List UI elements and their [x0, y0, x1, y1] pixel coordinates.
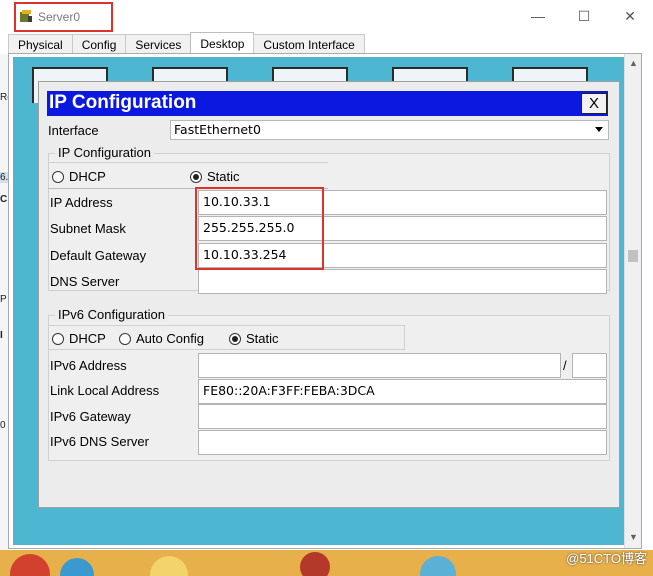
- ip-address-input[interactable]: 10.10.33.1: [198, 190, 607, 215]
- ipv6-static-radio[interactable]: Static: [229, 331, 279, 346]
- ipv4-dhcp-radio[interactable]: DHCP: [52, 169, 106, 184]
- dialog-close-button[interactable]: X: [581, 93, 607, 114]
- device-tabs: Physical Config Services Desktop Custom …: [8, 32, 365, 54]
- background-graphic: [150, 556, 188, 576]
- ipv6-address-input[interactable]: [198, 353, 561, 378]
- dialog-header: IP Configuration X: [47, 91, 608, 116]
- window-title-area: Server0: [14, 2, 113, 32]
- ip-configuration-dialog: IP Configuration X Interface FastEtherne…: [38, 81, 620, 508]
- chevron-down-icon: [595, 127, 603, 132]
- radio-off-icon: [52, 332, 64, 345]
- scroll-thumb[interactable]: [628, 250, 638, 262]
- tab-physical[interactable]: Physical: [8, 34, 73, 54]
- interface-value: FastEthernet0: [174, 122, 261, 137]
- link-local-input[interactable]: FE80::20A:F3FF:FEBA:3DCA: [198, 379, 607, 404]
- radio-on-icon: [229, 332, 241, 345]
- subnet-mask-label: Subnet Mask: [50, 221, 126, 236]
- tab-custom-interface[interactable]: Custom Interface: [253, 34, 365, 54]
- default-gateway-input[interactable]: 10.10.33.254: [198, 243, 607, 268]
- dialog-title: IP Configuration: [49, 92, 197, 113]
- dns-server-label: DNS Server: [50, 274, 120, 289]
- ipv6-gateway-input[interactable]: [198, 404, 607, 429]
- ipv6-auto-config-radio[interactable]: Auto Config: [119, 331, 204, 346]
- background-graphic: [10, 554, 50, 576]
- window-titlebar: Server0 — ☐ ✕: [0, 0, 653, 32]
- radio-on-icon: [190, 170, 202, 183]
- subnet-mask-input[interactable]: 255.255.255.0: [198, 216, 607, 241]
- background-graphic: [60, 558, 94, 576]
- ip-address-label: IP Address: [50, 195, 113, 210]
- maximize-button[interactable]: ☐: [561, 0, 607, 32]
- ipv6-static-label: Static: [246, 331, 279, 346]
- interface-label: Interface: [48, 123, 99, 138]
- tab-services[interactable]: Services: [125, 34, 192, 54]
- radio-off-icon: [119, 332, 131, 345]
- link-local-label: Link Local Address: [50, 383, 160, 398]
- ipv6-prefix-input[interactable]: [572, 353, 607, 378]
- minimize-button[interactable]: —: [515, 0, 561, 32]
- interface-select[interactable]: FastEthernet0: [170, 120, 609, 140]
- ipv6-gateway-label: IPv6 Gateway: [50, 409, 131, 424]
- ipv4-dhcp-label: DHCP: [69, 169, 106, 184]
- background-graphic: [300, 552, 330, 576]
- scroll-up-icon[interactable]: ▲: [629, 58, 638, 68]
- background-graphic: [420, 556, 456, 576]
- ipv6-dns-input[interactable]: [198, 430, 607, 455]
- server-app-icon: [19, 10, 33, 24]
- ipv4-static-label: Static: [207, 169, 240, 184]
- dns-server-input[interactable]: [198, 269, 607, 294]
- background-bottom-strip: [0, 550, 653, 576]
- ipv6-dns-label: IPv6 DNS Server: [50, 434, 149, 449]
- ipv6-dhcp-radio[interactable]: DHCP: [52, 331, 106, 346]
- ipv6-address-label: IPv6 Address: [50, 358, 127, 373]
- desktop-scrollbar[interactable]: ▲ ▼: [624, 54, 641, 548]
- ipv4-group-title: IP Configuration: [55, 145, 154, 160]
- default-gateway-label: Default Gateway: [50, 248, 147, 263]
- ipv4-static-radio[interactable]: Static: [190, 169, 240, 184]
- tab-desktop[interactable]: Desktop: [190, 32, 255, 54]
- watermark-text: @51CTO博客: [566, 551, 647, 566]
- tab-config[interactable]: Config: [71, 34, 127, 54]
- radio-off-icon: [52, 170, 64, 183]
- scroll-down-icon[interactable]: ▼: [629, 532, 638, 542]
- prefix-separator: /: [563, 358, 567, 373]
- ipv6-group-title: IPv6 Configuration: [55, 307, 168, 322]
- ipv6-auto-config-label: Auto Config: [136, 331, 204, 346]
- window-controls: — ☐ ✕: [515, 0, 653, 32]
- ipv6-dhcp-label: DHCP: [69, 331, 106, 346]
- window-title: Server0: [38, 10, 81, 24]
- close-window-button[interactable]: ✕: [607, 0, 653, 32]
